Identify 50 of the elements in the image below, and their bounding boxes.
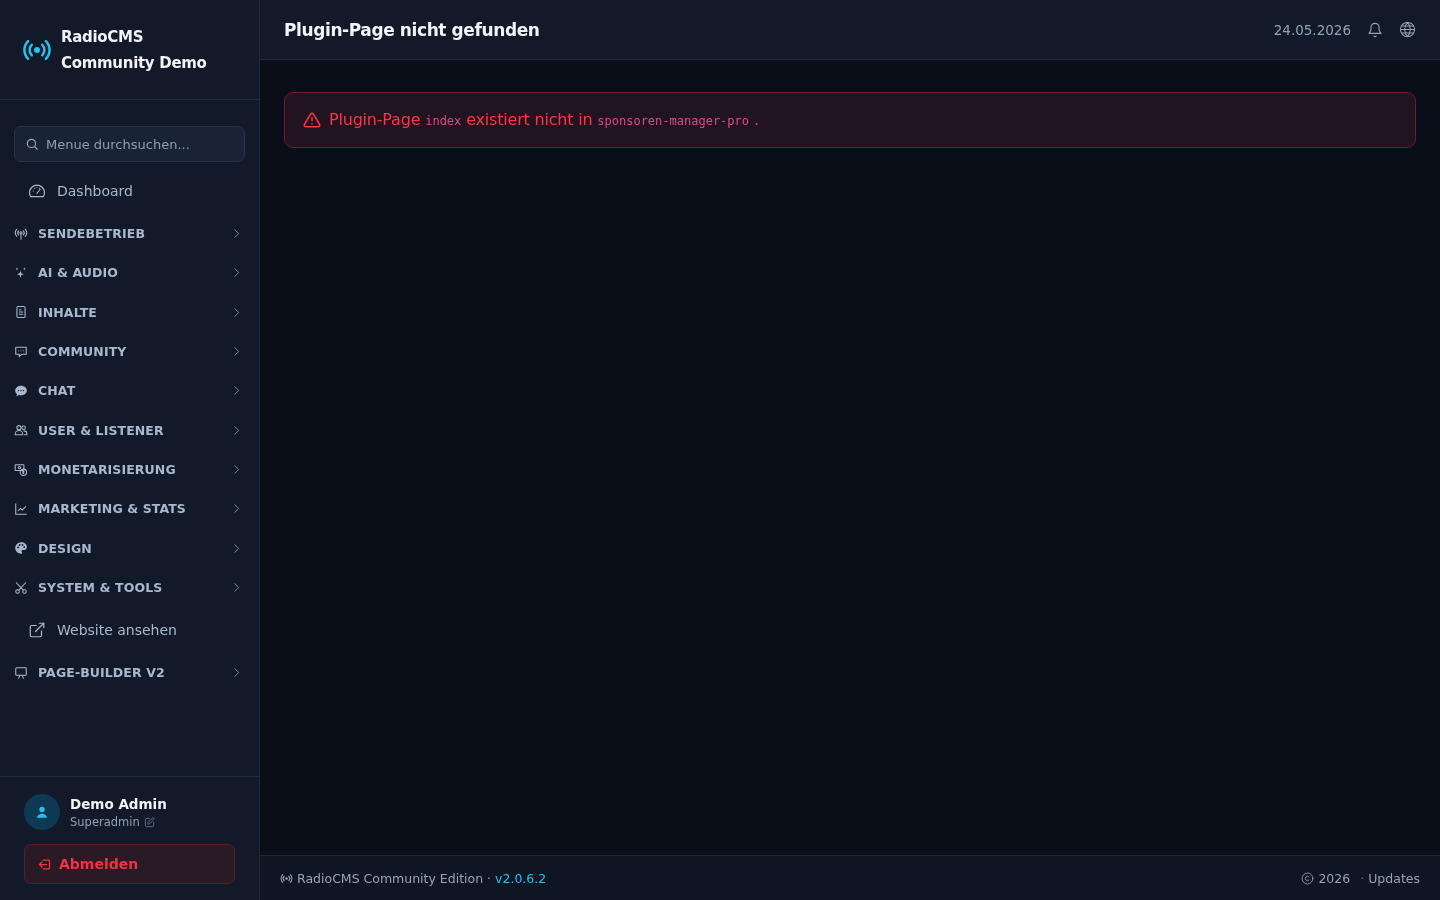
version-link[interactable]: v2.0.6.2 <box>495 870 547 886</box>
nav-group[interactable]: AI & AUDIO <box>14 253 245 293</box>
user-role: Superadmin <box>70 815 140 829</box>
radio-waves-icon <box>280 871 293 885</box>
edit-icon[interactable] <box>143 816 155 828</box>
brand-title: RadioCMS Community Demo <box>61 26 208 74</box>
nav-group[interactable]: DESIGN <box>14 528 245 568</box>
logout-button[interactable]: Abmelden <box>24 844 235 884</box>
edition-text: RadioCMS Community Edition · <box>297 870 492 886</box>
presentation-board-icon <box>14 665 28 680</box>
users-icon <box>14 423 28 438</box>
nav-link[interactable]: Dashboard <box>14 170 245 212</box>
updates-link[interactable]: Updates <box>1368 870 1420 886</box>
palette-icon <box>14 541 28 556</box>
language-button[interactable] <box>1399 21 1416 38</box>
date-text: 24.05.2026 <box>1273 21 1351 38</box>
separator-dot: · <box>1360 870 1365 886</box>
external-link-icon <box>28 621 46 640</box>
nav-group[interactable]: USER & LISTENER <box>14 410 245 450</box>
message-icon <box>14 344 28 359</box>
nav-group[interactable]: INHALTE <box>14 292 245 332</box>
nav-group[interactable]: MONETARISIERUNG <box>14 449 245 490</box>
cash-icon <box>14 462 28 477</box>
nav-link[interactable]: Website ansehen <box>14 609 245 652</box>
page-title: Plugin-Page nicht gefunden <box>284 19 541 40</box>
nav-group[interactable]: COMMUNITY <box>14 332 245 372</box>
scissors-icon <box>14 580 28 595</box>
globe-icon <box>1399 21 1416 38</box>
nav-group[interactable]: SENDEBETRIEB <box>14 214 245 254</box>
copyright-icon <box>1301 871 1315 885</box>
sparkles-icon <box>14 266 28 280</box>
avatar-icon <box>24 794 60 830</box>
error-message: Plugin-Page index existiert nicht in sponsoren-manager-pro . <box>329 108 759 131</box>
antenna-icon <box>14 226 28 241</box>
notifications-button[interactable] <box>1367 21 1383 38</box>
warning-icon <box>303 111 321 129</box>
search-field[interactable]: Menue durchsuchen... <box>14 126 245 162</box>
logout-icon <box>37 856 52 872</box>
nav-group[interactable]: MARKETING & STATS <box>14 489 245 529</box>
nav-group[interactable]: CHAT <box>14 371 245 411</box>
line-chart-icon <box>14 501 28 516</box>
gauge-icon <box>28 182 46 200</box>
user-name: Demo Admin <box>70 795 167 813</box>
search-icon <box>25 137 39 151</box>
chat-bubble-icon <box>14 383 28 398</box>
nav-group[interactable]: PAGE-BUILDER V2 <box>14 653 245 693</box>
year-text: 2026 <box>1318 870 1351 886</box>
document-icon <box>14 305 28 320</box>
nav-group[interactable]: SYSTEM & TOOLS <box>14 567 245 608</box>
bell-icon <box>1367 21 1383 38</box>
